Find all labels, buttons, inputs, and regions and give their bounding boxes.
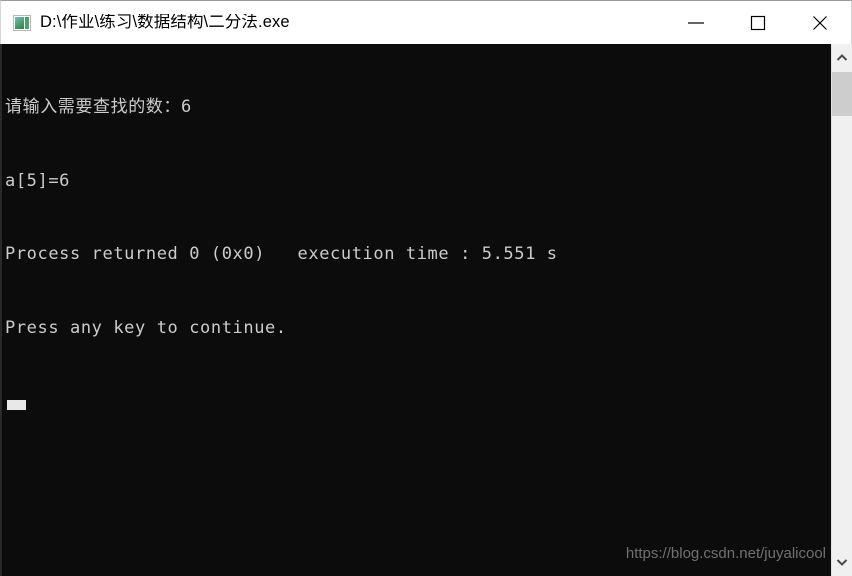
console-text-block: 请输入需要查找的数：6 a[5]=6 Process returned 0 (0… [5,46,825,463]
title-bar-left: D:\作业\练习\数据结构\二分法.exe [1,14,665,31]
console-cursor-line [5,389,825,414]
console-output-area[interactable]: 请输入需要查找的数：6 a[5]=6 Process returned 0 (0… [0,44,852,576]
minimize-button[interactable] [665,1,727,44]
window-controls [665,1,851,44]
console-line: 请输入需要查找的数：6 [5,97,192,117]
close-icon [813,15,827,30]
console-line: Process returned 0 (0x0) execution time … [5,244,558,264]
vertical-scrollbar[interactable] [831,44,852,576]
close-button[interactable] [789,1,851,44]
title-bar[interactable]: D:\作业\练习\数据结构\二分法.exe [0,0,852,44]
maximize-icon [750,15,766,30]
console-app-icon [13,14,31,31]
scroll-down-icon [836,559,848,566]
scroll-down-button[interactable] [832,548,852,576]
maximize-button[interactable] [727,1,789,44]
console-line: Press any key to continue. [5,317,287,338]
window-title: D:\作业\练习\数据结构\二分法.exe [40,14,290,31]
scroll-up-button[interactable] [832,44,852,72]
console-window: D:\作业\练习\数据结构\二分法.exe 请输入需要查找的数：6 a[5]=6… [0,0,852,576]
scroll-up-icon [836,54,848,61]
minimize-icon [688,21,704,24]
watermark-text: https://blog.csdn.net/juyalicool [625,545,826,562]
console-line: a[5]=6 [5,170,71,191]
block-cursor [7,400,26,410]
scrollbar-thumb[interactable] [832,72,852,116]
